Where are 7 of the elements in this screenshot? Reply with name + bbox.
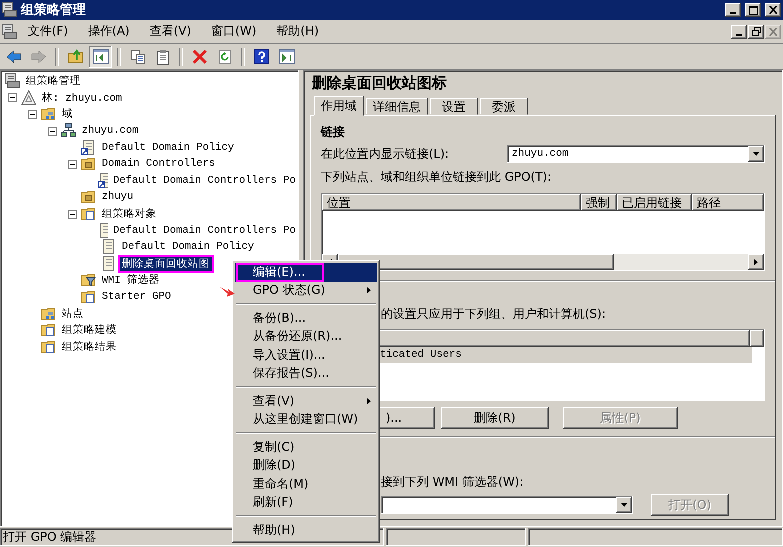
section-heading: 链接 <box>321 124 346 141</box>
list-label: 下列站点、域和组织单位链接到此 GPO(T): <box>321 169 553 186</box>
gpo-title: 删除桌面回收站图标 <box>312 74 448 93</box>
list-label: 的设置只应用于下列组、用户和计算机(S): <box>381 306 608 323</box>
field-label: 在此位置内显示链接(L): <box>321 146 450 162</box>
field-label: 接到下列 WMI 筛选器(W): <box>381 474 525 491</box>
window-title: 组策略管理 <box>21 2 87 19</box>
